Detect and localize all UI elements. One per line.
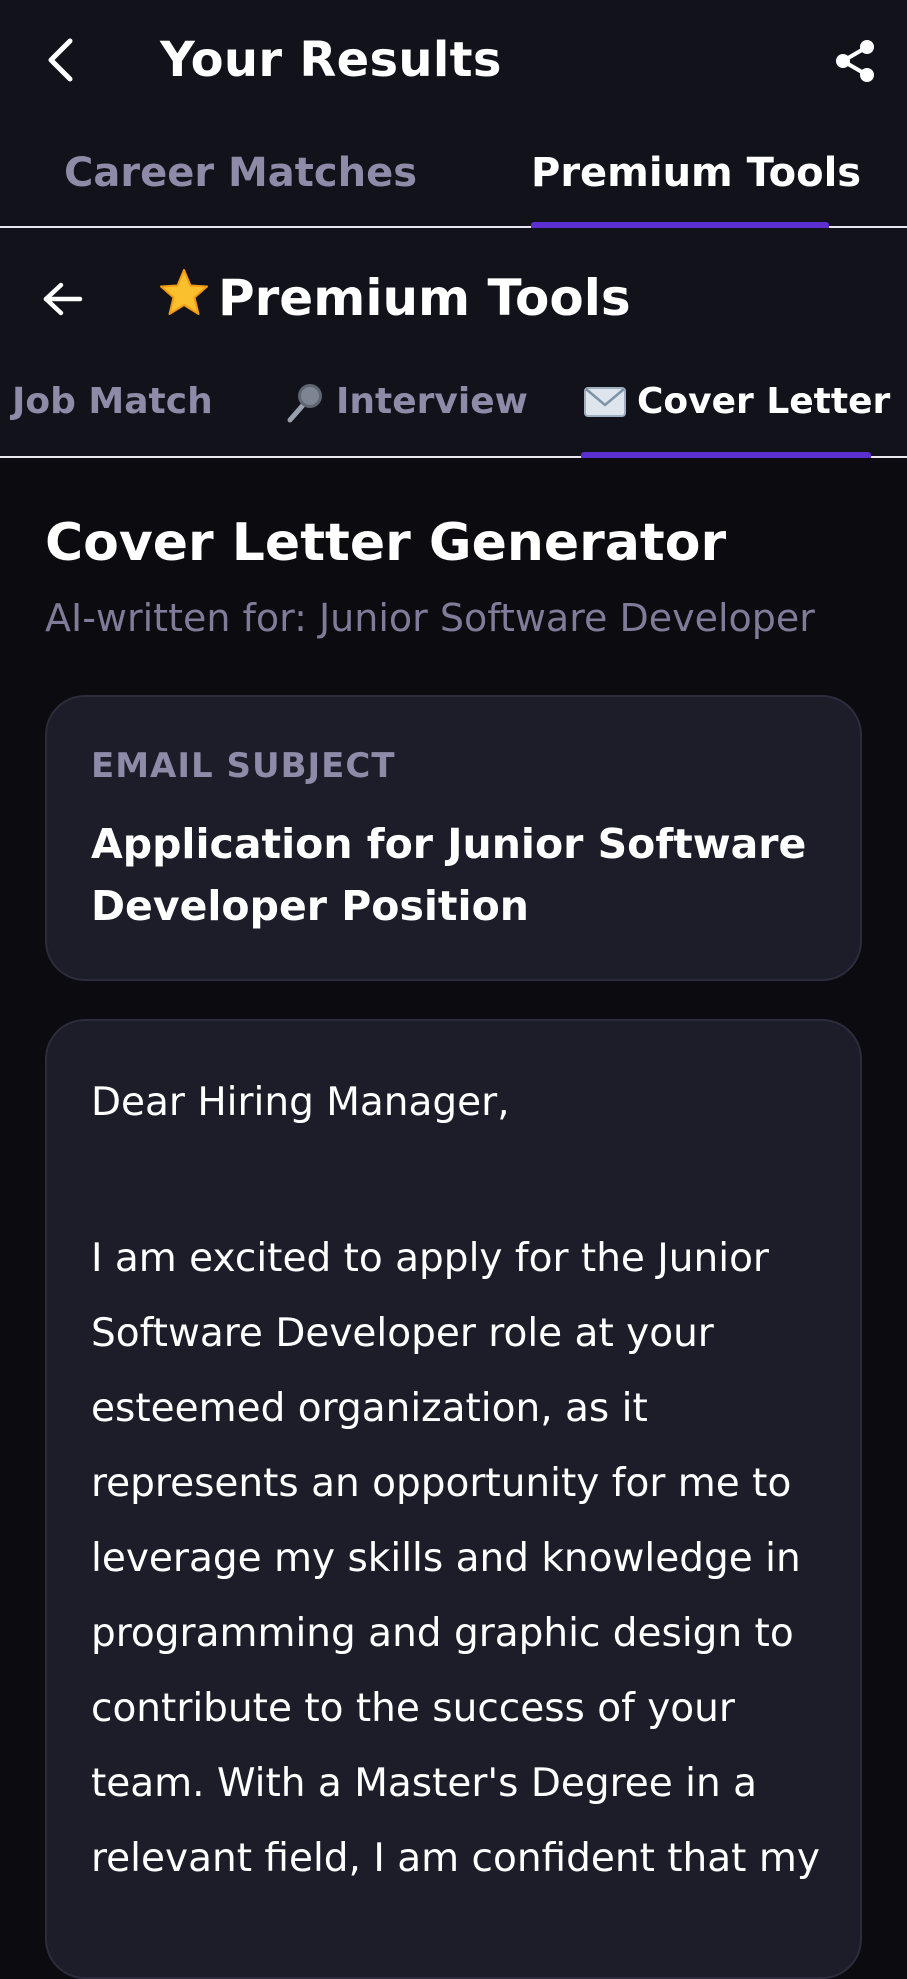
email-subject-text: Application for Junior Software Develope… (91, 820, 807, 930)
letter-line: leverage my skills and knowledge in (91, 1536, 801, 1581)
letter-line: relevant field, I am confident that my (91, 1836, 820, 1881)
cover-letter-heading: Cover Letter Generator (45, 513, 727, 573)
section-title-text: Premium Tools (218, 269, 631, 327)
envelope-icon (583, 385, 627, 419)
share-icon (836, 40, 874, 82)
letter-line: programming and graphic design to (91, 1611, 794, 1656)
tab-cover-letter-label: Cover Letter (637, 381, 891, 422)
tab-job-match-label: Job Match (12, 381, 213, 422)
letter-line: represents an opportunity for me to (91, 1461, 792, 1506)
letter-line: team. With a Master's Degree in a (91, 1761, 758, 1806)
letter-body: I am excited to apply for the Junior Sof… (91, 1221, 831, 1896)
tab-cover-letter[interactable]: Cover Letter (583, 376, 890, 428)
cover-letter-subheading: AI-written for: Junior Software Develope… (45, 596, 815, 640)
cover-letter-content: Cover Letter Generator AI-written for: J… (0, 458, 907, 1979)
letter-line: Software Developer role at your (91, 1311, 714, 1356)
back-button[interactable] (40, 32, 80, 88)
tab-job-match[interactable]: Job Match (12, 376, 213, 428)
arrow-left-icon (43, 282, 83, 316)
letter-line: esteemed organization, as it (91, 1386, 648, 1431)
email-subject-label: EMAIL SUBJECT (91, 746, 396, 786)
letter-line: I am excited to apply for the Junior (91, 1236, 769, 1281)
app-header: Your Results Career Matches Premium Tool… (0, 0, 907, 228)
page-title: Your Results (160, 32, 502, 88)
sub-back-button[interactable] (38, 274, 88, 324)
microphone-icon (282, 380, 326, 424)
email-subject-card: EMAIL SUBJECT Application for Junior Sof… (45, 695, 862, 981)
section-title: Premium Tools (158, 260, 631, 340)
tab-interview-label: Interview (336, 381, 528, 422)
tab-career-matches[interactable]: Career Matches (64, 146, 417, 200)
letter-greeting: Dear Hiring Manager, (91, 1080, 510, 1125)
letter-line: contribute to the success of your (91, 1686, 735, 1731)
star-icon (158, 264, 210, 340)
premium-tools-header: Premium Tools Job Match Interview Cover … (0, 228, 907, 458)
tab-premium-tools[interactable]: Premium Tools (531, 146, 861, 200)
chevron-left-icon (48, 38, 73, 82)
share-button[interactable] (831, 36, 879, 86)
tab-interview[interactable]: Interview (282, 376, 528, 428)
cover-letter-card: Dear Hiring Manager, I am excited to app… (45, 1019, 862, 1979)
